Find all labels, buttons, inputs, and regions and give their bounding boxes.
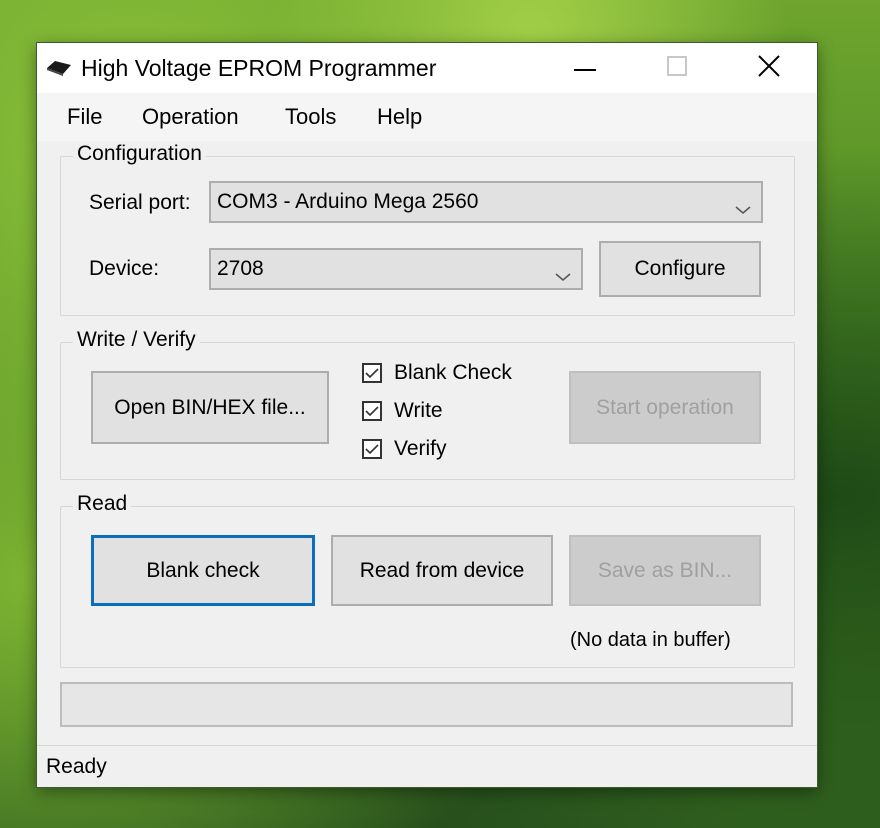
app-window: High Voltage EPROM Programmer File Opera… — [37, 43, 817, 787]
serial-port-select[interactable]: COM3 - Arduino Mega 2560 — [209, 181, 763, 223]
blank-check-checkbox[interactable]: Blank Check — [362, 361, 512, 385]
write-verify-group-title: Write / Verify — [73, 328, 200, 352]
read-group-title: Read — [73, 492, 132, 516]
status-text: Ready — [46, 755, 107, 778]
close-button[interactable] — [739, 43, 799, 93]
device-select[interactable]: 2708 — [209, 248, 583, 290]
verify-label: Verify — [394, 437, 447, 460]
window-title: High Voltage EPROM Programmer — [81, 55, 437, 81]
write-checkbox[interactable]: Write — [362, 399, 443, 423]
progress-bar — [60, 682, 793, 727]
save-as-bin-button[interactable]: Save as BIN... — [569, 535, 761, 606]
open-file-button[interactable]: Open BIN/HEX file... — [91, 371, 329, 444]
chip-icon — [45, 59, 73, 77]
menu-operation[interactable]: Operation — [142, 104, 239, 130]
close-icon — [758, 54, 780, 82]
minimize-icon — [574, 59, 596, 77]
read-from-device-button[interactable]: Read from device — [331, 535, 553, 606]
chevron-down-icon — [735, 197, 751, 221]
verify-checkbox[interactable]: Verify — [362, 437, 447, 461]
minimize-button[interactable] — [555, 43, 615, 93]
menu-bar: File Operation Tools Help — [37, 93, 817, 141]
menu-help[interactable]: Help — [377, 104, 422, 130]
menu-tools[interactable]: Tools — [285, 104, 336, 130]
checkbox-checked-icon — [362, 363, 382, 383]
device-value: 2708 — [217, 257, 264, 280]
start-operation-button[interactable]: Start operation — [569, 371, 761, 444]
checkbox-checked-icon — [362, 439, 382, 459]
write-label: Write — [394, 399, 443, 422]
title-bar[interactable]: High Voltage EPROM Programmer — [37, 43, 817, 93]
blank-check-button[interactable]: Blank check — [91, 535, 315, 606]
chevron-down-icon — [555, 264, 571, 288]
blank-check-label: Blank Check — [394, 361, 512, 384]
device-label: Device: — [89, 257, 160, 280]
status-bar-divider — [37, 745, 817, 746]
serial-port-label: Serial port: — [89, 191, 191, 214]
maximize-button[interactable] — [647, 43, 707, 93]
configuration-group-title: Configuration — [73, 142, 206, 166]
serial-port-value: COM3 - Arduino Mega 2560 — [217, 190, 479, 213]
configure-button[interactable]: Configure — [599, 241, 761, 297]
maximize-icon — [667, 55, 687, 81]
buffer-status-note: (No data in buffer) — [570, 629, 731, 651]
menu-file[interactable]: File — [67, 104, 102, 130]
checkbox-checked-icon — [362, 401, 382, 421]
